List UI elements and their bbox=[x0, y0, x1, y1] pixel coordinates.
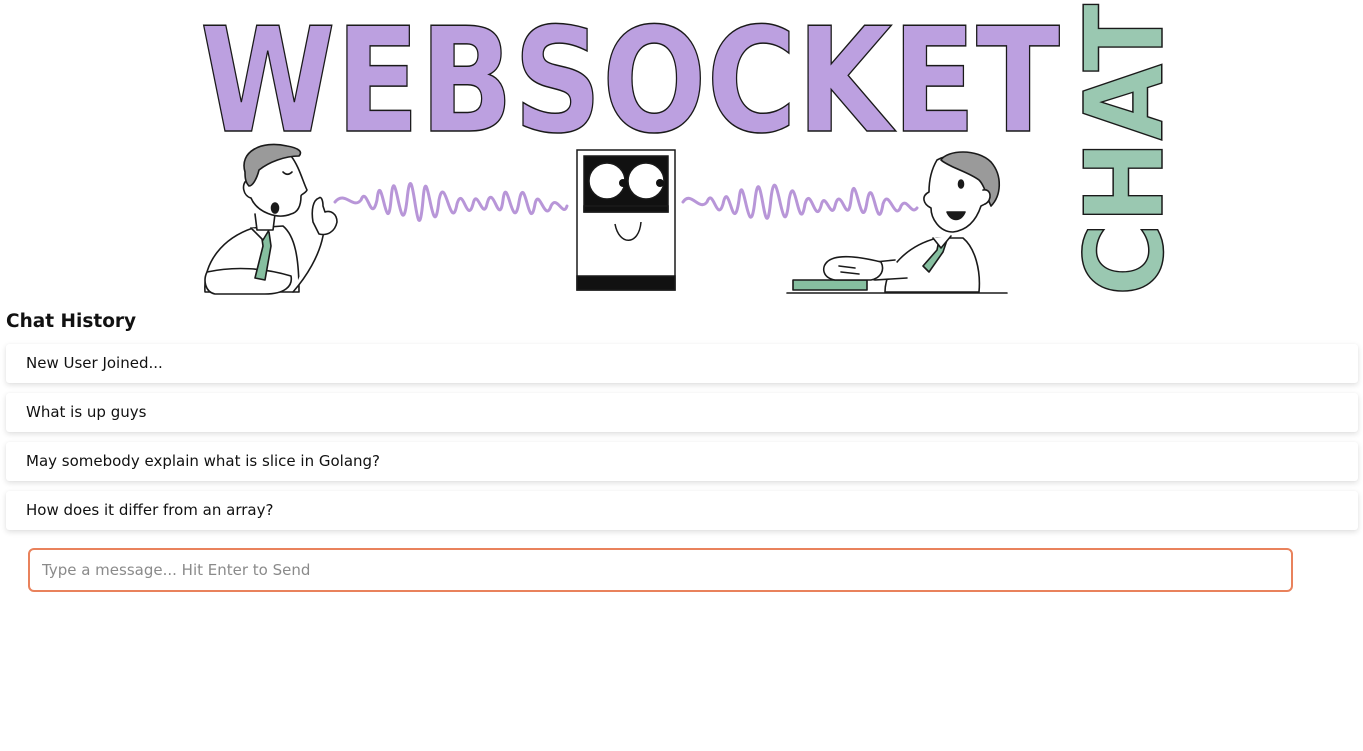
message-composer bbox=[28, 548, 1293, 592]
speaking-man-icon bbox=[204, 143, 338, 295]
chat-history-title: Chat History bbox=[6, 311, 137, 332]
sound-wave-icon bbox=[681, 183, 919, 220]
banner-word-chat: CHAT bbox=[1063, 4, 1170, 296]
chat-message: New User Joined... bbox=[6, 344, 1358, 383]
typing-man-icon bbox=[786, 151, 1008, 294]
chat-message: What is up guys bbox=[6, 393, 1358, 432]
banner-word-websocket: WEBSOCKET bbox=[200, 0, 1060, 166]
message-input[interactable] bbox=[30, 550, 1291, 590]
sound-wave-icon bbox=[333, 182, 569, 222]
websocket-chat-banner: WEBSOCKET CHAT bbox=[195, 0, 1170, 300]
chat-history-list: New User Joined... What is up guys May s… bbox=[6, 344, 1358, 540]
chat-message: May somebody explain what is slice in Go… bbox=[6, 442, 1358, 481]
websocket-robot-icon bbox=[576, 149, 676, 291]
chat-message: How does it differ from an array? bbox=[6, 491, 1358, 530]
